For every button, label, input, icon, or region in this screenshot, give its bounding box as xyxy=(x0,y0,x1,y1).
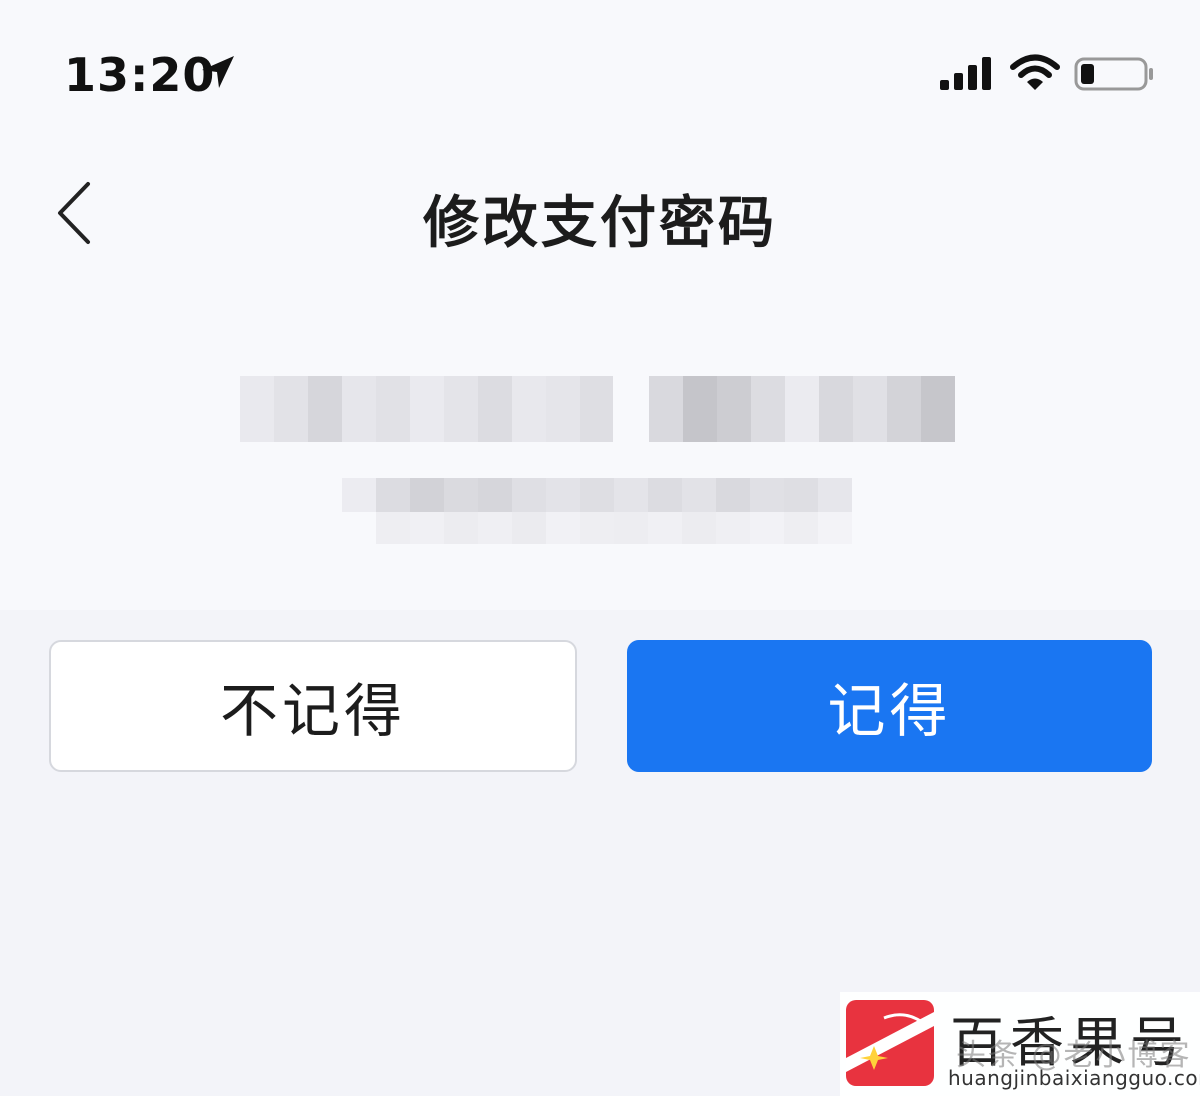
battery-icon xyxy=(1074,57,1153,91)
brand-logo-icon xyxy=(846,1000,934,1086)
watermark-url: huangjinbaixiangguo.com xyxy=(948,1066,1200,1090)
redacted-info-line-2b xyxy=(376,512,852,544)
cellular-signal-icon xyxy=(940,57,991,90)
status-time: 13:20 xyxy=(64,48,216,102)
chevron-left-icon xyxy=(58,182,90,244)
location-arrow-icon xyxy=(202,56,234,88)
wifi-icon xyxy=(1010,54,1060,90)
remember-button[interactable]: 记得 xyxy=(627,640,1152,772)
redacted-info-line-2 xyxy=(342,478,852,512)
redacted-info-line-1a xyxy=(240,376,613,442)
redacted-info-line-1b xyxy=(649,376,955,442)
forget-button[interactable]: 不记得 xyxy=(49,640,577,772)
page-title: 修改支付密码 xyxy=(423,191,777,256)
back-button[interactable] xyxy=(40,168,110,258)
